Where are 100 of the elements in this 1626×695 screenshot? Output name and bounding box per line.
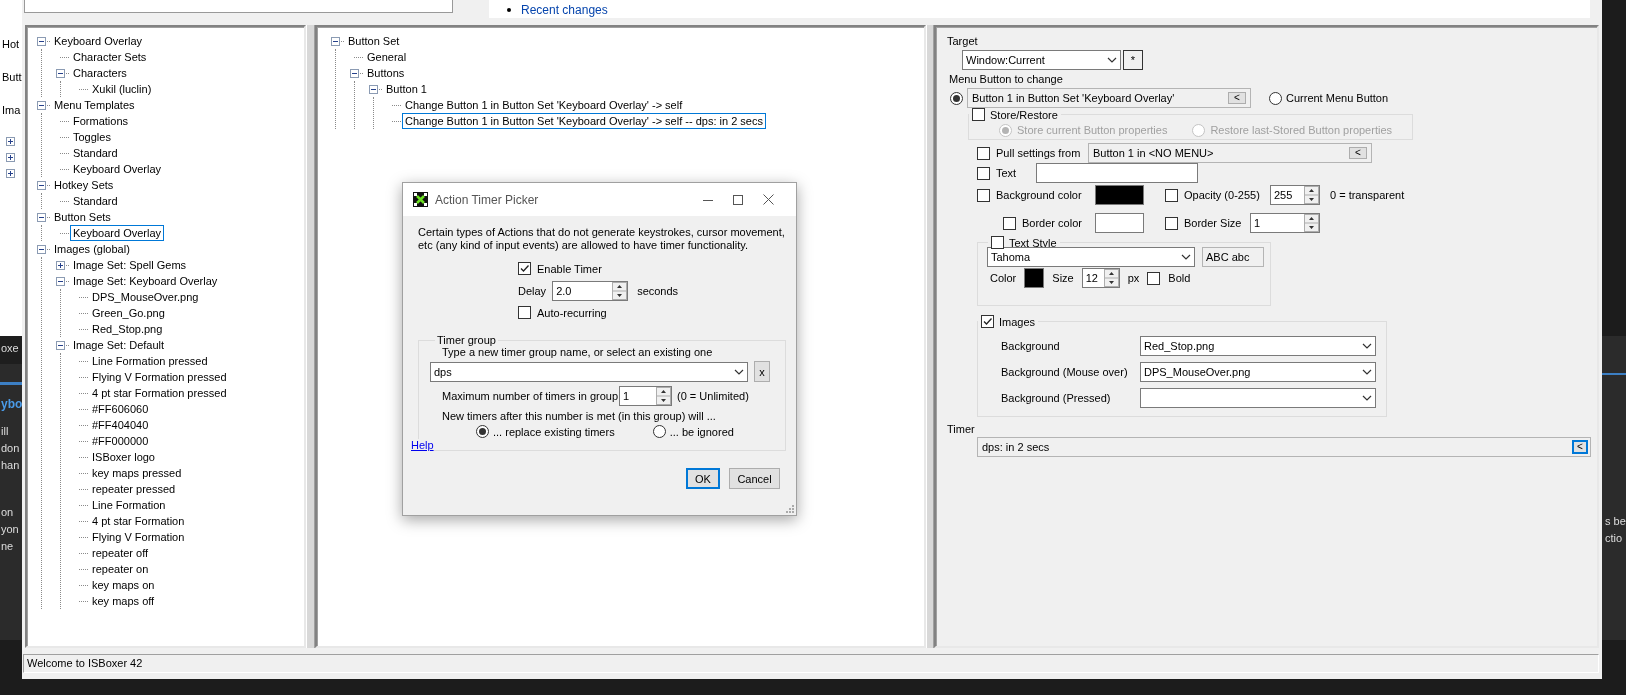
tree-item[interactable]: Button Set [345,33,403,49]
radio-button[interactable] [652,425,666,438]
timer-field[interactable]: dps: in 2 secs < [977,437,1591,457]
checkbox[interactable] [977,166,990,180]
spin-arrows-icon[interactable] [612,282,628,300]
tree-item[interactable]: repeater pressed [89,481,179,497]
delay-spinbox[interactable]: 2.0 [552,281,629,301]
tree-item[interactable]: Keyboard Overlay [70,225,165,241]
tree-item[interactable]: #FF000000 [89,433,152,449]
spin-arrows-icon[interactable] [1103,269,1119,287]
tree-item[interactable]: Keyboard Overlay [70,161,165,177]
tree-item[interactable]: Toggles [70,129,114,145]
tree-item[interactable]: key maps pressed [89,465,185,481]
color-swatch[interactable] [1024,268,1045,288]
expand-icon[interactable] [56,260,65,270]
tree-item[interactable]: Button 1 [383,81,430,97]
tree-item[interactable]: Keyboard Overlay [51,33,146,49]
radio-button[interactable] [1269,91,1282,105]
tree-item[interactable]: #FF404040 [89,417,152,433]
tree-item[interactable]: Formations [70,113,132,129]
tree-item[interactable]: Character Sets [70,49,150,65]
tree-item[interactable]: Line Formation pressed [89,353,211,369]
image-dropdown[interactable]: DPS_MouseOver.png [1140,362,1376,382]
maximize-button[interactable] [733,194,743,205]
collapse-icon[interactable] [37,100,46,110]
checkbox[interactable] [991,236,1004,249]
size-spinbox[interactable]: 12 [1081,268,1120,288]
resize-grip-icon[interactable] [786,505,794,513]
color-swatch[interactable] [1095,185,1144,205]
collapse-icon[interactable] [56,276,65,286]
max-timers-spinbox[interactable]: 1 [619,386,672,406]
pick-button[interactable]: < [1349,147,1367,159]
tree-item[interactable]: Red_Stop.png [89,321,166,337]
source-button-field[interactable]: Button 1 in <NO MENU> < [1088,143,1372,163]
help-link[interactable]: Help [411,439,434,451]
tree-item[interactable]: Hotkey Sets [51,177,117,193]
splitter[interactable] [306,25,315,648]
checkbox[interactable] [977,146,990,160]
spin-arrows-icon[interactable] [656,387,671,405]
tree-item[interactable]: repeater off [89,545,152,561]
checkbox[interactable] [1165,188,1178,202]
collapse-icon[interactable] [56,68,65,78]
tree-item[interactable]: General [364,49,410,65]
pick-button[interactable]: < [1228,92,1246,104]
checkbox[interactable] [518,306,531,319]
tree-item[interactable]: key maps on [89,577,158,593]
tree-item[interactable]: Standard [70,193,121,209]
checkbox[interactable] [1165,216,1178,230]
tree-item[interactable]: Image Set: Spell Gems [70,257,190,273]
tree-item[interactable]: 4 pt star Formation [89,513,188,529]
collapse-icon[interactable] [37,180,46,190]
dialog-button[interactable]: OK [686,468,720,489]
spin-arrows-icon[interactable] [1304,186,1319,204]
tree-item[interactable]: Button Sets [51,209,114,225]
checkbox[interactable] [518,262,531,275]
splitter[interactable] [926,25,934,648]
tree-item[interactable]: Characters [70,65,130,81]
tree-item[interactable]: Green_Go.png [89,305,168,321]
spin-arrows-icon[interactable] [1304,214,1319,232]
link[interactable]: Recent changes [521,2,608,17]
border-size-spinbox[interactable]: 1 [1250,213,1320,233]
asterisk-button[interactable]: * [1123,50,1143,70]
tree-item[interactable]: Standard [70,145,121,161]
tree-item[interactable]: Xukil (luclin) [89,81,155,97]
tree-item[interactable]: Change Button 1 in Button Set 'Keyboard Overlay' -> self [402,97,686,113]
collapse-icon[interactable] [369,84,378,94]
clear-button[interactable]: x [754,361,770,382]
tree-item[interactable]: Images (global) [51,241,133,257]
expand-icon[interactable] [6,137,15,146]
target-dropdown[interactable]: Window:Current [962,50,1121,70]
button-picker-field[interactable]: Button 1 in Button Set 'Keyboard Overlay' < [967,88,1251,108]
tree-item[interactable]: Flying V Formation [89,529,188,545]
tree-item[interactable]: key maps off [89,593,158,609]
collapse-icon[interactable] [37,36,46,46]
color-swatch[interactable] [1095,213,1144,233]
tree-item[interactable]: ISBoxer logo [89,449,158,465]
tree-item[interactable]: Image Set: Keyboard Overlay [70,273,221,289]
checkbox[interactable] [1003,216,1016,230]
tree-item[interactable]: DPS_MouseOver.png [89,289,202,305]
checkbox[interactable] [1147,271,1161,285]
tree-item[interactable]: Flying V Formation pressed [89,369,230,385]
tree-item[interactable]: Image Set: Default [70,337,168,353]
tree-item[interactable]: Change Button 1 in Button Set 'Keyboard Overlay' -> self -- dps: in 2 secs [402,113,766,129]
tree-item[interactable]: 4 pt star Formation pressed [89,385,230,401]
expand-icon[interactable] [6,153,15,162]
timer-group-dropdown[interactable]: dps [430,361,748,382]
image-dropdown[interactable]: Red_Stop.png [1140,336,1376,356]
collapse-icon[interactable] [350,68,359,78]
tree-item[interactable]: repeater on [89,561,152,577]
radio-button[interactable] [476,425,489,438]
close-button[interactable] [763,194,774,205]
image-dropdown[interactable] [1140,388,1376,408]
tree-item[interactable]: #FF606060 [89,401,152,417]
pick-button[interactable]: < [1572,440,1588,454]
collapse-icon[interactable] [37,212,46,222]
collapse-icon[interactable] [331,36,340,46]
tree-item[interactable]: Menu Templates [51,97,138,113]
expand-icon[interactable] [6,169,15,178]
dialog-button[interactable]: Cancel [729,468,780,489]
text-field[interactable] [1036,163,1198,183]
